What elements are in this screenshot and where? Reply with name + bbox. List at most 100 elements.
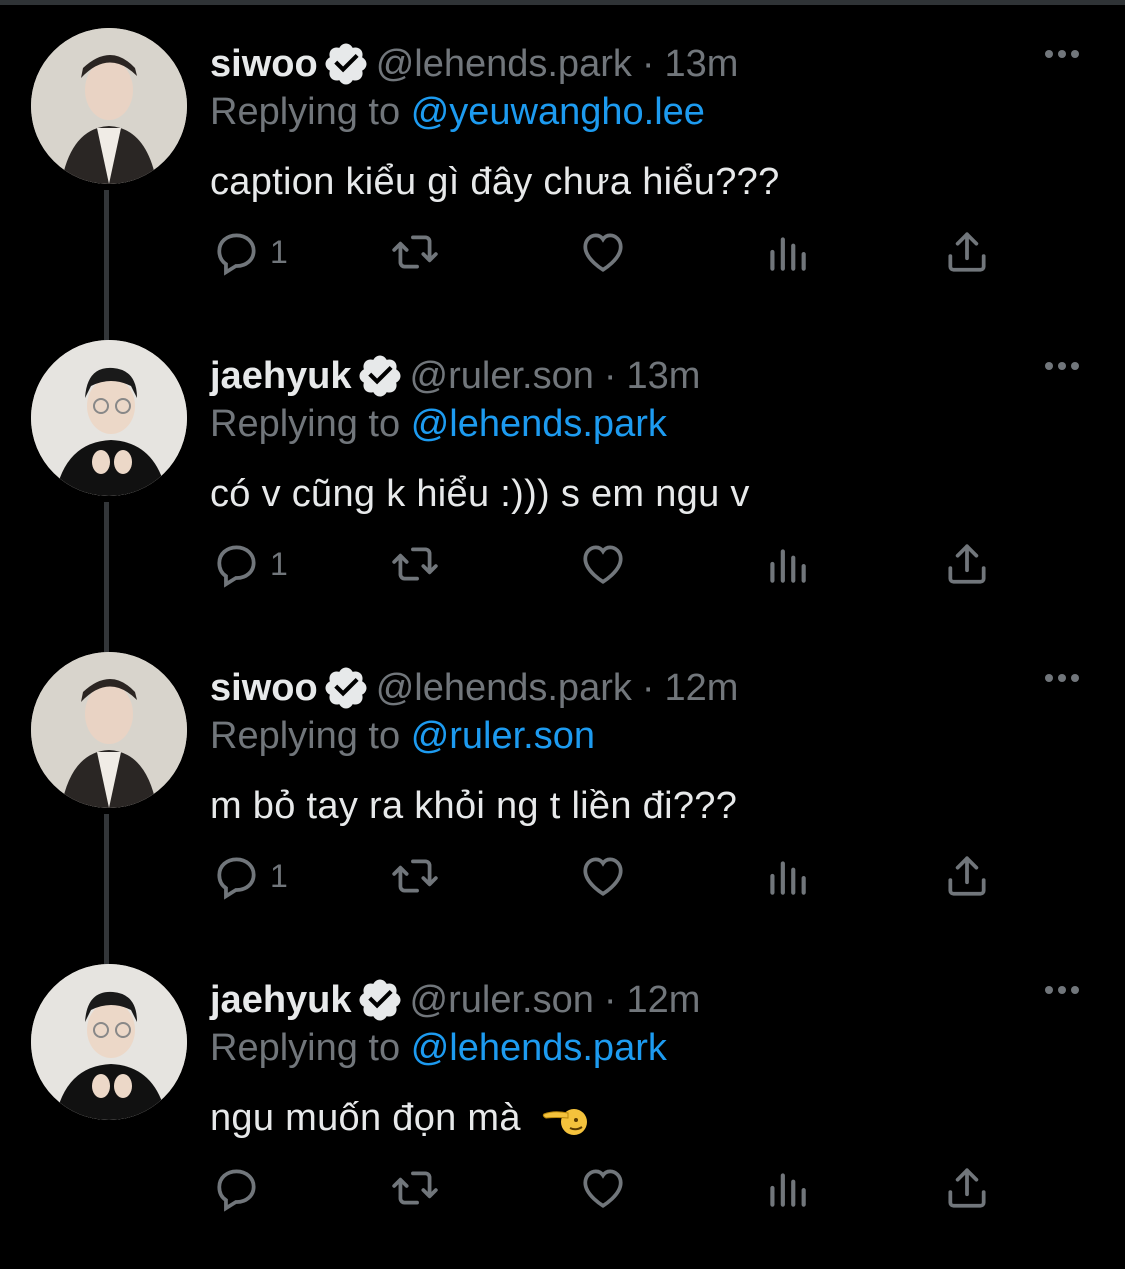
- reply-icon: [217, 857, 256, 900]
- retweet-button[interactable]: [390, 220, 440, 284]
- user-handle[interactable]: @ruler.son: [410, 974, 594, 1026]
- display-name[interactable]: siwoo: [210, 38, 318, 90]
- replying-to-label: Replying to: [210, 715, 401, 757]
- avatar-jaehyuk[interactable]: [31, 964, 187, 1120]
- share-icon: [948, 856, 986, 896]
- user-handle[interactable]: @lehends.park: [376, 662, 632, 714]
- views-icon: [770, 1173, 806, 1207]
- tweet[interactable]: siwoo @lehends.park · 13m Replying to @y…: [0, 0, 1125, 312]
- tweet[interactable]: siwoo @lehends.park · 12m Replying to @r…: [0, 624, 1125, 936]
- retweet-icon: [392, 859, 438, 893]
- retweet-icon: [392, 1171, 438, 1205]
- display-name[interactable]: siwoo: [210, 662, 318, 714]
- reply-button[interactable]: 1: [212, 532, 288, 596]
- user-handle[interactable]: @lehends.park: [376, 38, 632, 90]
- reply-button[interactable]: [212, 1156, 270, 1220]
- tweet-text: có v cũng k hiểu :))) s em ngu v: [210, 473, 750, 515]
- share-icon: [948, 544, 986, 584]
- display-name[interactable]: jaehyuk: [210, 974, 352, 1026]
- views-icon: [770, 549, 806, 583]
- like-icon: [583, 545, 623, 584]
- verified-badge-icon: [356, 352, 404, 400]
- tweet-actions: [210, 1156, 1010, 1220]
- replying-to-handle[interactable]: @lehends.park: [411, 1027, 667, 1069]
- retweet-button[interactable]: [390, 844, 440, 908]
- share-button[interactable]: [942, 532, 992, 596]
- share-button[interactable]: [942, 220, 992, 284]
- replying-to: Replying to @lehends.park: [210, 398, 667, 450]
- like-button[interactable]: [578, 220, 628, 284]
- reply-button[interactable]: 1: [212, 844, 288, 908]
- tweet-actions: 1: [210, 844, 1010, 908]
- share-icon: [948, 1168, 986, 1208]
- replying-to-label: Replying to: [210, 403, 401, 445]
- tweet-header: siwoo @lehends.park · 12m: [210, 662, 738, 714]
- retweet-icon: [392, 235, 438, 269]
- more-options-icon[interactable]: [1042, 44, 1082, 64]
- tweet-header: jaehyuk @ruler.son · 12m: [210, 974, 700, 1026]
- tweet-header: siwoo @lehends.park · 13m: [210, 38, 738, 90]
- reply-icon: [217, 233, 256, 276]
- share-button[interactable]: [942, 844, 992, 908]
- replying-to-handle[interactable]: @yeuwangho.lee: [411, 91, 705, 133]
- like-button[interactable]: [578, 844, 628, 908]
- like-icon: [583, 1169, 623, 1208]
- user-handle[interactable]: @ruler.son: [410, 350, 594, 402]
- tweet-actions: 1: [210, 220, 1010, 284]
- verified-badge-icon: [322, 40, 370, 88]
- tweet-actions: 1: [210, 532, 1010, 596]
- tweet-text: ngu muốn đọn mà: [210, 1097, 521, 1139]
- tweet-text-container: ngu muốn đọn mà: [210, 1092, 590, 1144]
- pointing-left-emoji-icon: [542, 1108, 587, 1135]
- views-button[interactable]: [762, 1156, 812, 1220]
- more-options-icon[interactable]: [1042, 980, 1082, 1000]
- like-icon: [583, 857, 623, 896]
- retweet-button[interactable]: [390, 1156, 440, 1220]
- separator-dot: ·: [603, 355, 617, 397]
- views-button[interactable]: [762, 844, 812, 908]
- replying-to-handle[interactable]: @ruler.son: [411, 715, 595, 757]
- replying-to: Replying to @ruler.son: [210, 710, 595, 762]
- like-icon: [583, 233, 623, 272]
- share-icon: [948, 232, 986, 272]
- timestamp[interactable]: 12m: [627, 974, 701, 1026]
- timestamp[interactable]: 13m: [665, 38, 739, 90]
- tweet-text: m bỏ tay ra khỏi ng t liền đi???: [210, 785, 738, 827]
- like-button[interactable]: [578, 532, 628, 596]
- verified-badge-icon: [322, 664, 370, 712]
- replying-to: Replying to @lehends.park: [210, 1022, 667, 1074]
- replying-to-label: Replying to: [210, 1027, 401, 1069]
- avatar-jaehyuk[interactable]: [31, 340, 187, 496]
- views-button[interactable]: [762, 220, 812, 284]
- like-button[interactable]: [578, 1156, 628, 1220]
- verified-badge-icon: [356, 976, 404, 1024]
- reply-icon: [217, 1169, 256, 1212]
- more-options-icon[interactable]: [1042, 668, 1082, 688]
- separator-dot: ·: [641, 43, 655, 85]
- separator-dot: ·: [641, 667, 655, 709]
- retweet-button[interactable]: [390, 532, 440, 596]
- separator-dot: ·: [603, 979, 617, 1021]
- tweet-text: caption kiểu gì đây chưa hiểu???: [210, 161, 780, 203]
- retweet-icon: [392, 547, 438, 581]
- reply-count: 1: [270, 857, 288, 894]
- reply-count: 1: [270, 233, 288, 270]
- more-options-icon[interactable]: [1042, 356, 1082, 376]
- avatar-siwoo[interactable]: [31, 28, 187, 184]
- reply-count: 1: [270, 545, 288, 582]
- display-name[interactable]: jaehyuk: [210, 350, 352, 402]
- tweet-header: jaehyuk @ruler.son · 13m: [210, 350, 700, 402]
- reply-button[interactable]: 1: [212, 220, 288, 284]
- replying-to: Replying to @yeuwangho.lee: [210, 86, 705, 138]
- views-button[interactable]: [762, 532, 812, 596]
- tweet[interactable]: jaehyuk @ruler.son · 12m Replying to @le…: [0, 936, 1125, 1248]
- views-icon: [770, 861, 806, 895]
- timestamp[interactable]: 12m: [665, 662, 739, 714]
- timestamp[interactable]: 13m: [627, 350, 701, 402]
- avatar-siwoo[interactable]: [31, 652, 187, 808]
- views-icon: [770, 237, 806, 271]
- replying-to-label: Replying to: [210, 91, 401, 133]
- replying-to-handle[interactable]: @lehends.park: [411, 403, 667, 445]
- share-button[interactable]: [942, 1156, 992, 1220]
- tweet[interactable]: jaehyuk @ruler.son · 13m Replying to @le…: [0, 312, 1125, 624]
